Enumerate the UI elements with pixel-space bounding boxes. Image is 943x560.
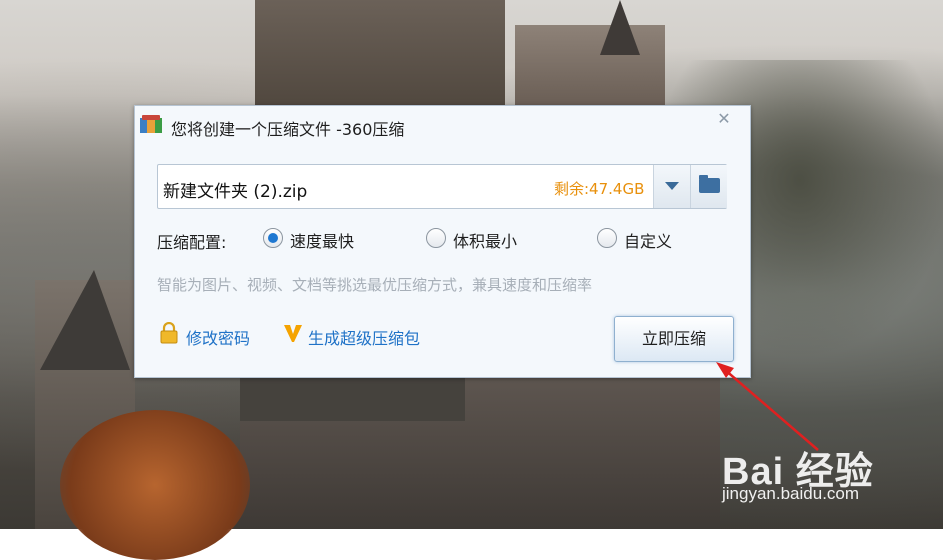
- watermark-url: jingyan.baidu.com: [722, 484, 860, 503]
